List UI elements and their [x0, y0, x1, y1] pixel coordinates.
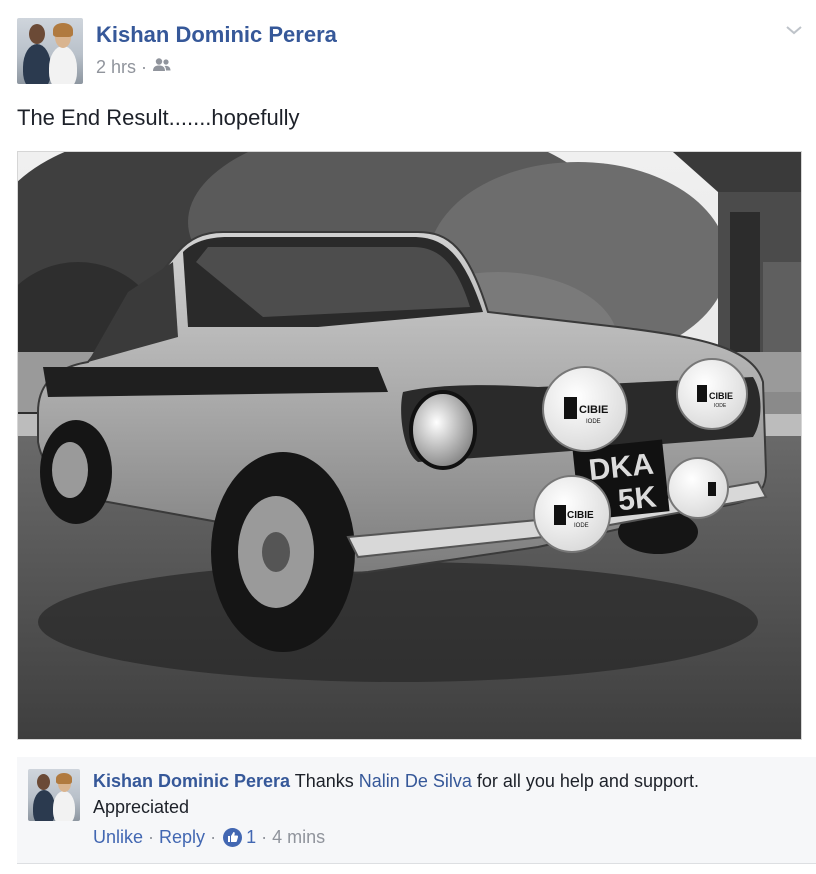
comment-body: Kishan Dominic Perera Thanks Nalin De Si… — [93, 768, 793, 820]
comment-mention-link[interactable]: Nalin De Silva — [359, 771, 472, 791]
divider — [30, 863, 800, 864]
svg-text:CIBIE: CIBIE — [709, 391, 733, 401]
spot-lamp: CIBIE IODE — [676, 358, 748, 430]
post-meta: 2 hrs · — [96, 57, 172, 78]
action-separator: · — [256, 827, 273, 847]
post-text: The End Result.......hopefully — [17, 105, 300, 130]
friends-icon[interactable] — [152, 57, 172, 78]
comment-author-name[interactable]: Kishan Dominic Perera — [93, 771, 290, 791]
svg-text:IODE: IODE — [574, 523, 589, 529]
spot-lamp: CIBIE IODE — [542, 366, 628, 452]
action-separator: · — [205, 827, 222, 847]
comment-timestamp[interactable]: 4 mins — [272, 827, 325, 848]
spot-lamp: CIBIE IODE — [533, 475, 611, 553]
plate-line-2: 5K — [616, 480, 658, 517]
comment-actions: Unlike · Reply · 1 · 4 mins — [93, 827, 325, 848]
chevron-down-icon[interactable] — [784, 22, 804, 38]
car-photo-illustration: DKA 5K CIBIE IODE CIBIE IODE CIBIE IODE — [18, 152, 801, 739]
post-author-avatar[interactable] — [17, 18, 83, 84]
action-separator: · — [143, 827, 160, 847]
unlike-link[interactable]: Unlike — [93, 827, 143, 848]
comment-text: Thanks — [290, 771, 359, 791]
post-timestamp[interactable]: 2 hrs — [96, 57, 136, 78]
svg-text:IODE: IODE — [586, 419, 601, 425]
svg-text:CIBIE: CIBIE — [579, 404, 608, 416]
svg-text:IODE: IODE — [714, 403, 727, 409]
reply-link[interactable]: Reply — [159, 827, 205, 848]
post-author-name[interactable]: Kishan Dominic Perera — [96, 22, 337, 48]
comment-author-avatar[interactable] — [28, 769, 80, 821]
like-count[interactable]: 1 — [246, 827, 256, 848]
svg-text:CIBIE: CIBIE — [567, 510, 594, 521]
meta-separator: · — [141, 57, 148, 77]
thumbs-up-icon[interactable] — [223, 828, 243, 847]
post-photo[interactable]: DKA 5K CIBIE IODE CIBIE IODE CIBIE IODE — [17, 151, 802, 740]
spot-lamp — [667, 457, 729, 519]
